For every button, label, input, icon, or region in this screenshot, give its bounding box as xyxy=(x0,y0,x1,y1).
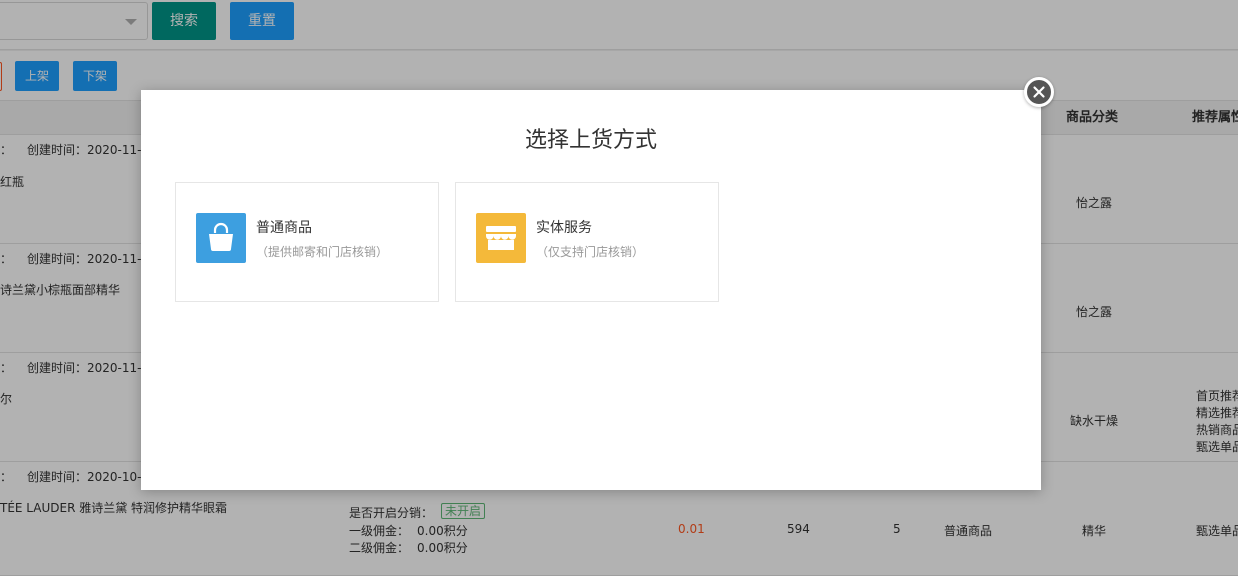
close-button[interactable] xyxy=(1024,77,1054,107)
option-description: （提供邮寄和门店核销） xyxy=(256,245,389,259)
select-listing-method-dialog: 选择上货方式 普通商品 （提供邮寄和门店核销） 实体服务 （仅支持门店核销） xyxy=(141,90,1041,490)
option-title: 实体服务 xyxy=(536,220,592,236)
option-physical-service[interactable]: 实体服务 （仅支持门店核销） xyxy=(455,182,719,302)
option-normal-product[interactable]: 普通商品 （提供邮寄和门店核销） xyxy=(175,182,439,302)
storefront-icon xyxy=(476,213,526,263)
dialog-title: 选择上货方式 xyxy=(524,128,657,153)
close-icon xyxy=(1033,86,1045,98)
shopping-bag-icon xyxy=(196,213,246,263)
option-title: 普通商品 xyxy=(256,220,312,236)
option-description: （仅支持门店核销） xyxy=(536,245,645,259)
